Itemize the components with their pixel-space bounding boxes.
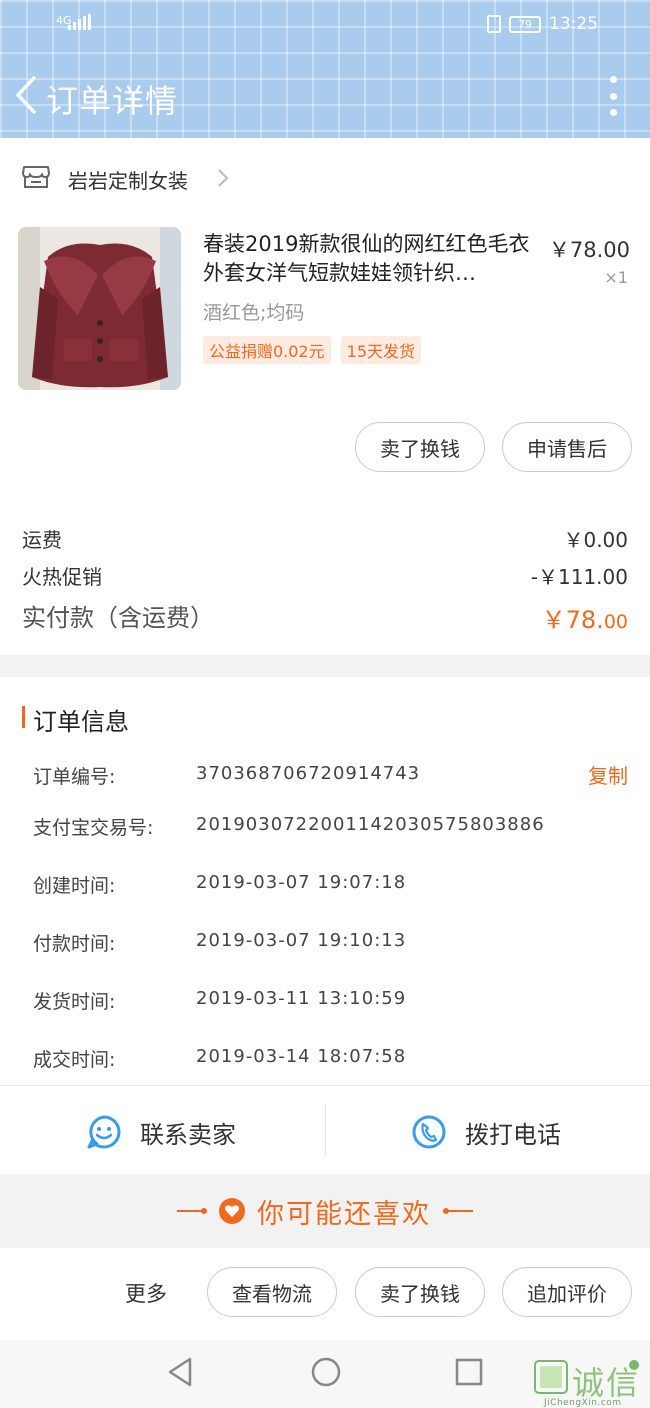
sell-exchange-bottom-button[interactable]: 卖了换钱 (355, 1267, 485, 1317)
created-time-value: 2019-03-07 19:07:18 (196, 872, 407, 893)
recommend-banner: 你可能还喜欢 (0, 1174, 650, 1248)
call-phone-label: 拨打电话 (465, 1120, 561, 1149)
shipped-time-label: 发货时间: (33, 991, 116, 1013)
completed-time-label: 成交时间: (33, 1049, 116, 1071)
section-divider (0, 655, 650, 677)
more-options-icon[interactable] (608, 76, 618, 116)
sell-exchange-button[interactable]: 卖了换钱 (355, 422, 485, 472)
product-quantity: ×1 (604, 268, 628, 287)
product-sku: 酒红色;均码 (203, 302, 305, 324)
divider (325, 1104, 326, 1156)
copy-button[interactable]: 复制 (588, 760, 628, 789)
add-review-button[interactable]: 追加评价 (502, 1267, 632, 1317)
nav-bar: 订单详情 (0, 68, 650, 124)
total-value-main: ￥78. (541, 606, 604, 634)
after-sale-button[interactable]: 申请售后 (502, 422, 632, 472)
decor-line (177, 1208, 207, 1214)
total-label: 实付款（含运费） (22, 604, 214, 632)
shop-row[interactable]: 岩岩定制女装 (0, 138, 650, 218)
back-icon[interactable] (10, 74, 44, 116)
signal-icon (68, 14, 91, 30)
phone-icon (412, 1115, 446, 1149)
chevron-right-icon (218, 169, 229, 187)
order-number-label: 订单编号: (33, 766, 116, 788)
total-value: ￥78.00 (542, 600, 628, 635)
paid-time-label: 付款时间: (33, 933, 116, 955)
clock: 13:25 (549, 14, 598, 34)
watermark-url: JiChengXin.com (544, 1398, 622, 1408)
divider (0, 1085, 650, 1086)
header: 4G 79 13:25 订单详情 (0, 0, 650, 138)
heart-icon (219, 1198, 245, 1224)
status-right: 79 13:25 (487, 14, 598, 34)
tag-donation: 公益捐赠0.02元 (203, 336, 331, 364)
product-tags: 公益捐赠0.02元 15天发货 (203, 336, 422, 364)
view-logistics-button[interactable]: 查看物流 (207, 1267, 337, 1317)
page-title: 订单详情 (46, 82, 179, 120)
product-title[interactable]: 春装2019新款很仙的网红红色毛衣外套女洋气短款娃娃领针织… (203, 230, 543, 288)
product-image[interactable] (18, 227, 181, 390)
order-detail-page: 4G 79 13:25 订单详情 岩岩定制女装 春装2019新款很仙的网红红色毛… (0, 0, 650, 1408)
total-value-cents: 00 (603, 611, 628, 633)
nav-recent-icon[interactable] (455, 1358, 483, 1386)
call-phone-button[interactable]: 拨打电话 (411, 1100, 561, 1164)
promo-label: 火热促销 (22, 565, 102, 589)
contact-seller-label: 联系卖家 (140, 1120, 236, 1149)
vibrate-icon (487, 15, 501, 33)
completed-time-value: 2019-03-14 18:07:58 (196, 1046, 407, 1067)
nav-home-icon[interactable] (310, 1356, 342, 1388)
more-button[interactable]: 更多 (125, 1278, 167, 1308)
shipping-value: ￥0.00 (563, 528, 628, 552)
recommend-title: 你可能还喜欢 (257, 1198, 431, 1230)
status-bar: 4G 79 13:25 (0, 10, 650, 40)
section-accent-bar (22, 706, 25, 728)
nav-back-icon[interactable] (166, 1356, 194, 1388)
battery-icon: 79 (509, 15, 541, 33)
shipping-label: 运费 (22, 528, 62, 552)
shop-name: 岩岩定制女装 (68, 169, 188, 193)
order-number-value: 370368706720914743 (196, 763, 421, 784)
order-info-title: 订单信息 (33, 708, 129, 736)
chat-icon (87, 1115, 121, 1149)
shop-icon (22, 166, 50, 188)
shipped-time-value: 2019-03-11 13:10:59 (196, 988, 407, 1009)
decor-line (443, 1208, 473, 1214)
tag-ship-days: 15天发货 (340, 336, 422, 364)
created-time-label: 创建时间: (33, 875, 116, 897)
contact-seller-button[interactable]: 联系卖家 (86, 1100, 236, 1164)
alipay-trade-label: 支付宝交易号: (33, 817, 154, 839)
promo-value: -￥111.00 (530, 565, 628, 589)
paid-time-value: 2019-03-07 19:10:13 (196, 930, 407, 951)
product-price: ￥78.00 (548, 238, 630, 262)
alipay-trade-value: 2019030722001142030575803886 (196, 814, 545, 835)
